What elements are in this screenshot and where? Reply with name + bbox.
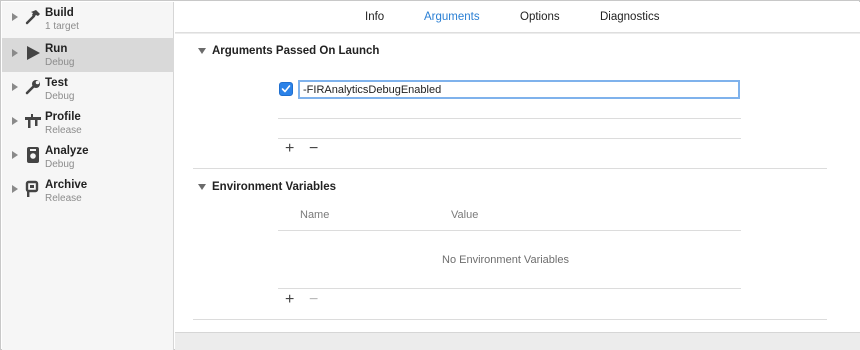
wrench-icon: [24, 78, 42, 96]
table-bottom-divider: [278, 288, 741, 289]
sidebar-item-run[interactable]: Run Debug: [2, 38, 174, 72]
scheme-editor-window: Build 1 target Run Debug Test Debug Prof…: [0, 0, 860, 350]
tab-arguments[interactable]: Arguments: [424, 11, 480, 23]
sidebar-item-title: Run: [45, 43, 68, 55]
tab-options[interactable]: Options: [520, 11, 560, 23]
tab-diagnostics[interactable]: Diagnostics: [600, 11, 659, 23]
section-divider: [193, 319, 827, 320]
arguments-content: Arguments Passed On Launch -FIRAnalytics…: [175, 34, 860, 333]
sidebar-item-title: Test: [45, 77, 68, 89]
add-argument-button[interactable]: +: [285, 141, 294, 157]
scheme-detail-panel: Info Arguments Options Diagnostics Argum…: [175, 2, 860, 350]
disclosure-triangle-icon[interactable]: [12, 13, 18, 21]
sidebar-item-archive[interactable]: Archive Release: [2, 174, 174, 208]
section-divider: [193, 168, 827, 169]
play-icon: [24, 44, 42, 62]
scheme-actions-sidebar: Build 1 target Run Debug Test Debug Prof…: [2, 2, 174, 350]
sidebar-item-title: Build: [45, 7, 74, 19]
argument-value-field[interactable]: -FIRAnalyticsDebugEnabled: [298, 80, 740, 99]
arguments-section-title: Arguments Passed On Launch: [212, 45, 380, 57]
table-header-divider: [278, 230, 741, 231]
sidebar-item-build[interactable]: Build 1 target: [2, 2, 174, 36]
sidebar-item-subtitle: Release: [45, 125, 82, 136]
remove-variable-button[interactable]: −: [309, 292, 318, 308]
disclosure-triangle-icon[interactable]: [12, 185, 18, 193]
sidebar-item-analyze[interactable]: Analyze Debug: [2, 140, 174, 174]
disclosure-triangle-icon[interactable]: [12, 117, 18, 125]
sidebar-item-title: Archive: [45, 179, 88, 191]
sidebar-item-subtitle: Debug: [45, 159, 75, 170]
add-variable-button[interactable]: +: [285, 292, 294, 308]
sidebar-item-subtitle: Debug: [45, 57, 75, 68]
row-divider: [278, 118, 741, 119]
tab-bar: Info Arguments Options Diagnostics: [175, 2, 860, 33]
disclosure-triangle-icon[interactable]: [12, 83, 18, 91]
sidebar-item-title: Analyze: [45, 145, 89, 157]
remove-argument-button[interactable]: −: [309, 141, 318, 157]
section-collapse-icon[interactable]: [198, 48, 206, 54]
row-divider: [278, 138, 741, 139]
sidebar-item-title: Profile: [45, 111, 81, 123]
sidebar-item-profile[interactable]: Profile Release: [2, 106, 174, 140]
caliper-icon: [24, 112, 42, 130]
disclosure-triangle-icon[interactable]: [12, 49, 18, 57]
analyze-icon: [24, 146, 42, 164]
tab-info[interactable]: Info: [365, 11, 384, 23]
sidebar-item-subtitle: 1 target: [45, 21, 79, 32]
environment-section-title: Environment Variables: [212, 181, 336, 193]
column-header-value[interactable]: Value: [451, 209, 478, 221]
empty-state-text: No Environment Variables: [442, 254, 569, 266]
disclosure-triangle-icon[interactable]: [12, 151, 18, 159]
sidebar-item-test[interactable]: Test Debug: [2, 72, 174, 106]
column-header-name[interactable]: Name: [300, 209, 329, 221]
archive-icon: [24, 180, 42, 198]
section-collapse-icon[interactable]: [198, 184, 206, 190]
argument-enabled-checkbox[interactable]: [279, 82, 293, 96]
hammer-icon: [24, 8, 42, 26]
sidebar-item-subtitle: Release: [45, 193, 82, 204]
sidebar-item-subtitle: Debug: [45, 91, 75, 102]
